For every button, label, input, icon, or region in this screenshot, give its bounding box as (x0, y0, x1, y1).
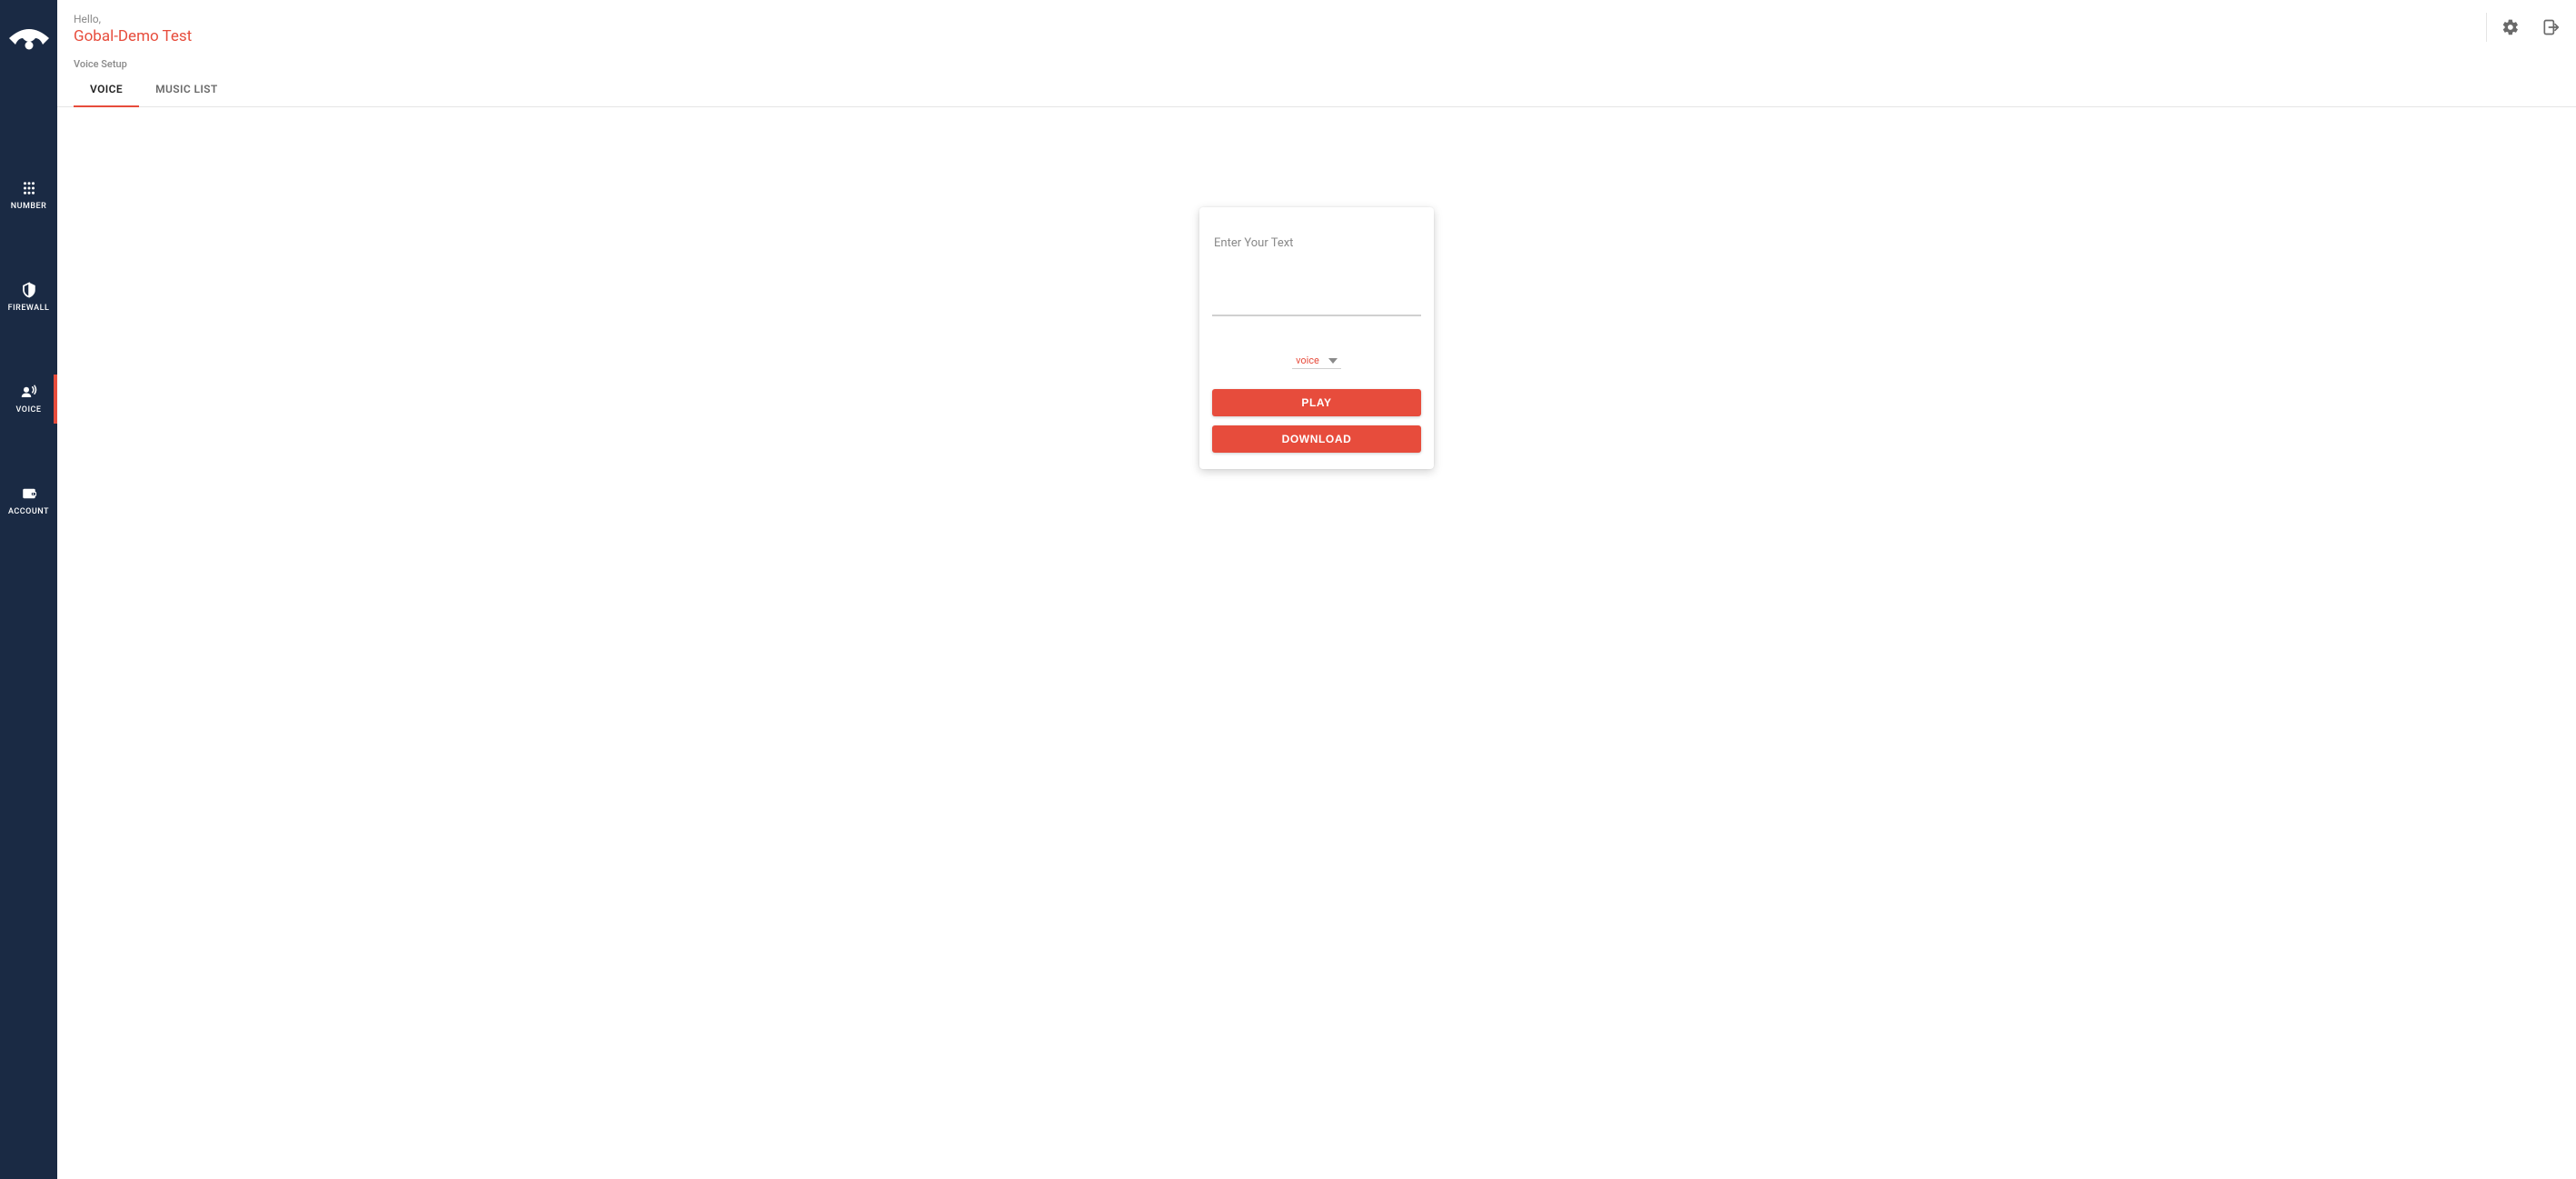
hello-text: Hello, (74, 13, 2486, 25)
tabs: VOICE MUSIC LIST (57, 75, 2576, 107)
logout-button[interactable] (2541, 18, 2560, 36)
voice-card: voice PLAY DOWNLOAD (1199, 207, 1434, 469)
dialpad-icon (21, 180, 37, 196)
record-voice-icon (20, 384, 38, 400)
app-logo (6, 16, 52, 62)
sidebar-item-account[interactable]: ACCOUNT (0, 476, 57, 525)
voice-select-label: voice (1296, 355, 1319, 366)
sidebar-item-voice[interactable]: VOICE (0, 375, 57, 424)
download-button[interactable]: DOWNLOAD (1212, 425, 1421, 453)
top-actions (2486, 13, 2560, 42)
tab-music-list[interactable]: MUSIC LIST (139, 75, 234, 106)
tab-voice[interactable]: VOICE (74, 75, 139, 106)
sidebar-item-label: VOICE (16, 405, 42, 415)
card-buttons: PLAY DOWNLOAD (1212, 389, 1421, 453)
content: voice PLAY DOWNLOAD (57, 107, 2576, 1179)
play-button[interactable]: PLAY (1212, 389, 1421, 416)
voice-select[interactable]: voice (1292, 353, 1341, 369)
logout-icon (2541, 18, 2560, 36)
greeting: Hello, Gobal-Demo Test (74, 13, 2486, 45)
section-title: Voice Setup (57, 45, 2576, 75)
main-area: Hello, Gobal-Demo Test Voice Setup VOICE… (57, 0, 2576, 1179)
sidebar-nav: NUMBER FIREWALL VOICE (0, 171, 57, 525)
sidebar-item-label: FIREWALL (8, 304, 50, 313)
topbar: Hello, Gobal-Demo Test (57, 0, 2576, 45)
wallet-icon (21, 485, 37, 502)
voice-text-input[interactable] (1212, 222, 1421, 309)
voice-select-row: voice (1212, 353, 1421, 369)
sidebar-item-label: NUMBER (11, 202, 47, 211)
gear-icon (2501, 18, 2520, 36)
sidebar: NUMBER FIREWALL VOICE (0, 0, 57, 1179)
sidebar-item-label: ACCOUNT (8, 507, 49, 516)
account-name: Gobal-Demo Test (74, 27, 2486, 45)
settings-button[interactable] (2501, 18, 2520, 36)
text-field-wrapper (1212, 222, 1421, 316)
sidebar-item-firewall[interactable]: FIREWALL (0, 273, 57, 322)
sidebar-item-number[interactable]: NUMBER (0, 171, 57, 220)
shield-icon (21, 282, 37, 298)
chevron-down-icon (1328, 358, 1338, 364)
